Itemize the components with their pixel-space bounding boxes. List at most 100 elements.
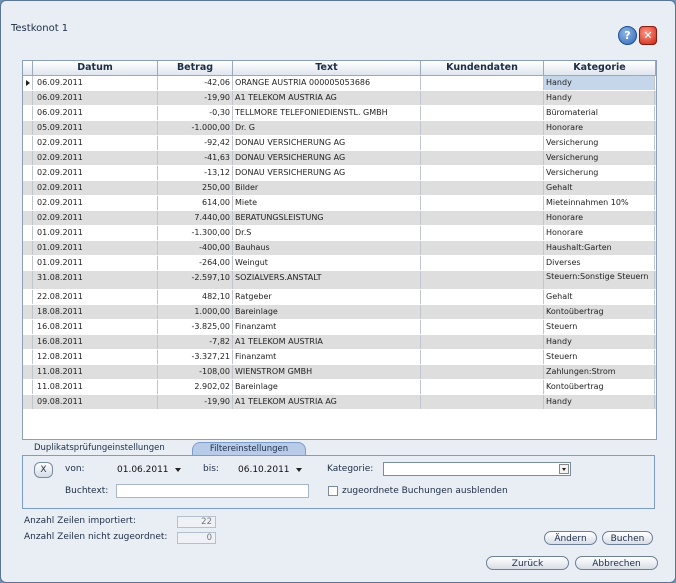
filter-panel: X von: 01.06.2011 bis: 06.10.2011 Katego… <box>22 455 655 509</box>
table-row[interactable]: 02.09.2011 250,00 Bilder Gehalt <box>23 181 656 196</box>
bis-date-picker[interactable]: 06.10.2011 <box>238 463 302 477</box>
abbrechen-button[interactable]: Abbrechen <box>575 556 658 570</box>
window-title: Testkonot 1 <box>11 23 69 34</box>
cell-text: Ratgeber <box>233 290 421 304</box>
unassigned-count-value: 0 <box>177 532 216 544</box>
row-indicator <box>23 305 33 319</box>
help-icon[interactable]: ? <box>618 26 637 45</box>
cell-kundendaten <box>421 380 544 394</box>
cell-kategorie: Mieteinnahmen 10% <box>544 196 655 210</box>
imported-count-label: Anzahl Zeilen importiert: <box>24 516 136 526</box>
cell-kundendaten <box>421 166 544 180</box>
row-indicator <box>23 211 33 225</box>
table-row[interactable]: 02.09.2011 614,00 Miete Mieteinnahmen 10% <box>23 196 656 211</box>
tab-duplicate-check[interactable]: Duplikatsprüfungeinstellungen <box>34 442 189 455</box>
transactions-table[interactable]: Datum Betrag Text Kundendaten Kategorie … <box>22 60 657 440</box>
table-row[interactable]: 02.09.2011 -13,12 DONAU VERSICHERUNG AG Ver… <box>23 166 656 181</box>
header-kategorie[interactable]: Kategorie <box>544 61 656 75</box>
tab-filter[interactable]: Filtereinstellungen <box>192 442 306 456</box>
cell-kategorie: Kontoübertrag <box>544 305 655 319</box>
cell-datum: 22.08.2011 <box>33 290 158 304</box>
cell-datum: 31.08.2011 <box>33 271 158 289</box>
header-datum[interactable]: Datum <box>33 61 158 75</box>
cell-kategorie: Büromaterial <box>544 106 655 120</box>
cell-kategorie: Haushalt:Garten <box>544 241 655 255</box>
von-date-picker[interactable]: 01.06.2011 <box>117 463 181 477</box>
buchtext-input[interactable] <box>116 484 309 498</box>
table-row[interactable]: 18.08.2011 1.000,00 Bareinlage Kontoübertra… <box>23 305 656 320</box>
cell-kategorie: Versicherung <box>544 151 655 165</box>
cell-text: Weingut <box>233 256 421 270</box>
table-row[interactable]: 16.08.2011 -7,82 A1 TELEKOM AUSTRIA Handy <box>23 335 656 350</box>
table-row[interactable]: 11.08.2011 -108,00 WIENSTROM GMBH Zahlungen… <box>23 365 656 380</box>
cell-kategorie: Gehalt <box>544 181 655 195</box>
header-text[interactable]: Text <box>233 61 421 75</box>
zuruck-button[interactable]: Zurück <box>486 556 569 570</box>
kategorie-select[interactable] <box>383 462 571 476</box>
row-indicator <box>23 350 33 364</box>
cell-kundendaten <box>421 76 544 90</box>
cell-text: Bareinlage <box>233 380 421 394</box>
hide-assigned-checkbox[interactable] <box>328 486 338 496</box>
andern-button[interactable]: Ändern <box>544 531 597 545</box>
table-row[interactable]: 11.08.2011 2.902,02 Bareinlage Kontoübertra… <box>23 380 656 395</box>
cell-kategorie: Versicherung <box>544 166 655 180</box>
chevron-down-icon[interactable] <box>559 464 569 474</box>
table-row[interactable]: 02.09.2011 -41,63 DONAU VERSICHERUNG AG Ver… <box>23 151 656 166</box>
cell-kundendaten <box>421 350 544 364</box>
cell-kategorie: Kontoübertrag <box>544 380 655 394</box>
cell-kategorie: Honorare <box>544 121 655 135</box>
header-kundendaten[interactable]: Kundendaten <box>421 61 544 75</box>
table-row[interactable]: 05.09.2011 -1.000,00 Dr. G Honorare <box>23 121 656 136</box>
unassigned-count-label: Anzahl Zeilen nicht zugeordnet: <box>24 532 168 542</box>
cell-kategorie: Handy <box>544 91 655 105</box>
cell-kategorie: Gehalt <box>544 290 655 304</box>
chevron-down-icon <box>174 467 181 472</box>
table-row[interactable]: 01.09.2011 -400,00 Bauhaus Haushalt:Garten <box>23 241 656 256</box>
table-row[interactable]: 12.08.2011 -3.327,21 Finanzamt Steuern <box>23 350 656 365</box>
header-betrag[interactable]: Betrag <box>158 61 233 75</box>
table-row[interactable]: 16.08.2011 -3.825,00 Finanzamt Steuern <box>23 320 656 335</box>
cell-betrag: -13,12 <box>158 166 233 180</box>
table-row[interactable]: 09.08.2011 -19,90 A1 TELEKOM AUSTRIA AG Han… <box>23 395 656 410</box>
cell-text: A1 TELEKOM AUSTRIA AG <box>233 91 421 105</box>
cell-kategorie: Zahlungen:Strom <box>544 365 655 379</box>
row-indicator <box>23 241 33 255</box>
cell-kundendaten <box>421 91 544 105</box>
cell-datum: 11.08.2011 <box>33 365 158 379</box>
table-row[interactable]: 06.09.2011 -42,06 ORANGE AUSTRIA 000005053… <box>23 76 656 91</box>
bis-date-value: 06.10.2011 <box>238 465 290 475</box>
row-indicator <box>23 136 33 150</box>
cell-text: BERATUNGSLEISTUNG <box>233 211 421 225</box>
cell-text: Dr.S <box>233 226 421 240</box>
cell-betrag: 250,00 <box>158 181 233 195</box>
close-icon[interactable]: ✕ <box>639 26 657 45</box>
cell-datum: 18.08.2011 <box>33 305 158 319</box>
buchen-button[interactable]: Buchen <box>602 531 653 545</box>
cell-text: DONAU VERSICHERUNG AG <box>233 151 421 165</box>
table-row[interactable]: 01.09.2011 -264,00 Weingut Diverses <box>23 256 656 271</box>
cell-text: Bilder <box>233 181 421 195</box>
table-row[interactable]: 06.09.2011 -19,90 A1 TELEKOM AUSTRIA AG Han… <box>23 91 656 106</box>
cell-datum: 02.09.2011 <box>33 151 158 165</box>
table-row[interactable]: 22.08.2011 482,10 Ratgeber Gehalt <box>23 290 656 305</box>
cell-kundendaten <box>421 256 544 270</box>
cell-text: Finanzamt <box>233 350 421 364</box>
cell-text: Finanzamt <box>233 320 421 334</box>
cell-betrag: -108,00 <box>158 365 233 379</box>
cell-datum: 12.08.2011 <box>33 350 158 364</box>
clear-filter-button[interactable]: X <box>34 462 53 478</box>
row-indicator <box>23 365 33 379</box>
cell-kundendaten <box>421 121 544 135</box>
cell-kategorie: Steuern <box>544 320 655 334</box>
cell-betrag: -42,06 <box>158 76 233 90</box>
table-row[interactable]: 31.08.2011 -2.597,10 SOZIALVERS.ANSTALT Ste… <box>23 271 656 290</box>
cell-kundendaten <box>421 320 544 334</box>
table-row[interactable]: 06.09.2011 -0,30 TELLMORE TELEFONIEDIENSTL… <box>23 106 656 121</box>
table-row[interactable]: 02.09.2011 7.440,00 BERATUNGSLEISTUNG Honor… <box>23 211 656 226</box>
cell-betrag: 7.440,00 <box>158 211 233 225</box>
cell-kundendaten <box>421 365 544 379</box>
table-row[interactable]: 02.09.2011 -92,42 DONAU VERSICHERUNG AG Ver… <box>23 136 656 151</box>
table-row[interactable]: 01.09.2011 -1.300,00 Dr.S Honorare <box>23 226 656 241</box>
cell-datum: 05.09.2011 <box>33 121 158 135</box>
